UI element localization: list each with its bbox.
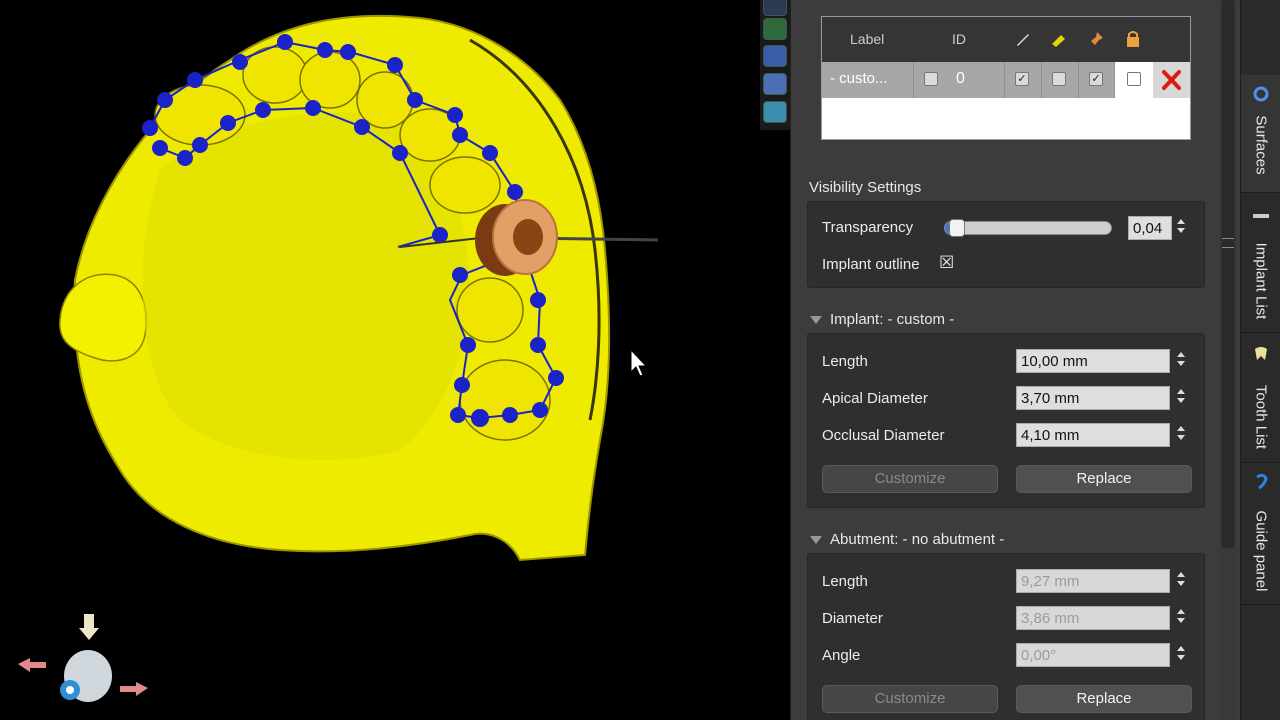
jaw-view-icon[interactable] (763, 73, 787, 95)
mouse-cursor (630, 348, 648, 377)
abutment-angle-stepper[interactable] (1176, 643, 1186, 667)
visibility-card: Transparency 0,04 Implant outline ☒ (807, 201, 1205, 288)
apical-diameter-label: Apical Diameter (822, 390, 928, 407)
transparency-slider[interactable] (944, 219, 1112, 237)
implant-card: Length 10,00 mm Apical Diameter 3,70 mm … (807, 333, 1205, 508)
tab-surfaces[interactable]: Surfaces (1241, 75, 1280, 193)
surfaces-icon (1253, 86, 1269, 102)
abutment-length-input: 9,27 mm (1016, 569, 1170, 593)
tab-tooth-list-label: Tooth List (1252, 384, 1270, 450)
row-pen-checkbox[interactable]: ✓ (1015, 72, 1029, 86)
pen-icon (1017, 34, 1029, 46)
eye-icon[interactable] (763, 101, 787, 123)
occlusal-diameter-stepper[interactable] (1176, 423, 1186, 447)
transparency-input[interactable]: 0,04 (1128, 216, 1172, 240)
abutment-angle-input: 0,00° (1016, 643, 1170, 667)
orientation-gizmo-icon (18, 614, 148, 702)
delete-row-button[interactable] (1153, 62, 1190, 98)
highlighter-icon (1052, 35, 1065, 47)
implant-list-icon (1253, 214, 1269, 218)
abutment-angle-label: Angle (822, 647, 861, 664)
row-id: 0 (956, 70, 965, 87)
implant-outline-label: Implant outline (822, 256, 920, 273)
implant-replace-button[interactable]: Replace (1016, 465, 1192, 493)
side-tab-bar: Surfaces Implant List Tooth List Guide p… (1240, 0, 1280, 720)
3d-viewport[interactable] (0, 0, 790, 720)
row-select-checkbox[interactable] (924, 72, 938, 86)
tab-tooth-list[interactable]: Tooth List (1241, 333, 1280, 463)
target-icon[interactable] (763, 18, 787, 40)
implant-table: Label ID - custo... 0 ✓ ✓ (821, 16, 1191, 140)
implant-length-input[interactable]: 10,00 mm (1016, 349, 1170, 373)
implant-outline-checkbox[interactable]: ☒ (939, 253, 954, 273)
tooth-list-icon (1255, 347, 1267, 360)
view-toolbar (760, 0, 790, 130)
abutment-card: Length 9,27 mm Diameter 3,86 mm Angle 0,… (807, 553, 1205, 720)
transparency-slider-handle[interactable] (949, 219, 965, 237)
row-pin-checkbox[interactable]: ✓ (1089, 72, 1103, 86)
row-label: - custo... (830, 70, 888, 87)
pin-icon (1091, 32, 1103, 45)
table-header: Label ID (822, 17, 1190, 62)
apical-diameter-stepper[interactable] (1176, 386, 1186, 410)
implant-length-label: Length (822, 353, 868, 370)
collapse-triangle-icon (810, 536, 822, 545)
tab-surfaces-label: Surfaces (1252, 115, 1270, 175)
delete-x-icon (1162, 70, 1181, 90)
abutment-length-stepper[interactable] (1176, 569, 1186, 593)
abutment-length-label: Length (822, 573, 868, 590)
abutment-diameter-stepper[interactable] (1176, 606, 1186, 630)
face-view-icon[interactable] (763, 0, 787, 16)
abutment-section-title: Abutment: - no abutment - (830, 531, 1005, 548)
guide-panel-icon (1256, 473, 1268, 490)
abutment-diameter-label: Diameter (822, 610, 883, 627)
tab-guide-panel[interactable]: Guide panel (1241, 463, 1280, 605)
visibility-settings-title: Visibility Settings (809, 179, 922, 196)
implant-customize-button[interactable]: Customize (822, 465, 998, 493)
column-id-header[interactable]: ID (952, 31, 966, 47)
lock-icon (1127, 31, 1139, 47)
transparency-label: Transparency (822, 219, 914, 236)
column-label-header[interactable]: Label (850, 31, 884, 47)
table-row[interactable]: - custo... 0 ✓ ✓ (822, 62, 1190, 98)
jaw-left-bump (59, 273, 147, 362)
jaw-model-render[interactable] (0, 0, 790, 720)
abutment-section-header[interactable]: Abutment: - no abutment - (810, 531, 1004, 548)
transparency-stepper[interactable] (1176, 216, 1186, 240)
collapse-triangle-icon (810, 316, 822, 325)
apical-diameter-input[interactable]: 3,70 mm (1016, 386, 1170, 410)
row-highlight-checkbox[interactable] (1052, 72, 1066, 86)
panel-scrollbar-thumb[interactable] (1221, 0, 1235, 548)
implant-length-stepper[interactable] (1176, 349, 1186, 373)
row-lock-checkbox[interactable] (1127, 72, 1141, 86)
tab-implant-list-label: Implant List (1252, 242, 1270, 320)
splitter-grip-icon[interactable] (1222, 238, 1234, 248)
occlusal-diameter-label: Occlusal Diameter (822, 427, 945, 444)
implant-section-header[interactable]: Implant: - custom - (810, 311, 954, 328)
tab-guide-panel-label: Guide panel (1252, 510, 1270, 592)
mountain-view-icon[interactable] (763, 45, 787, 67)
implant-section-title: Implant: - custom - (830, 311, 955, 328)
tab-implant-list[interactable]: Implant List (1241, 193, 1280, 333)
abutment-replace-button[interactable]: Replace (1016, 685, 1192, 713)
abutment-customize-button[interactable]: Customize (822, 685, 998, 713)
occlusal-diameter-input[interactable]: 4,10 mm (1016, 423, 1170, 447)
abutment-diameter-input: 3,86 mm (1016, 606, 1170, 630)
